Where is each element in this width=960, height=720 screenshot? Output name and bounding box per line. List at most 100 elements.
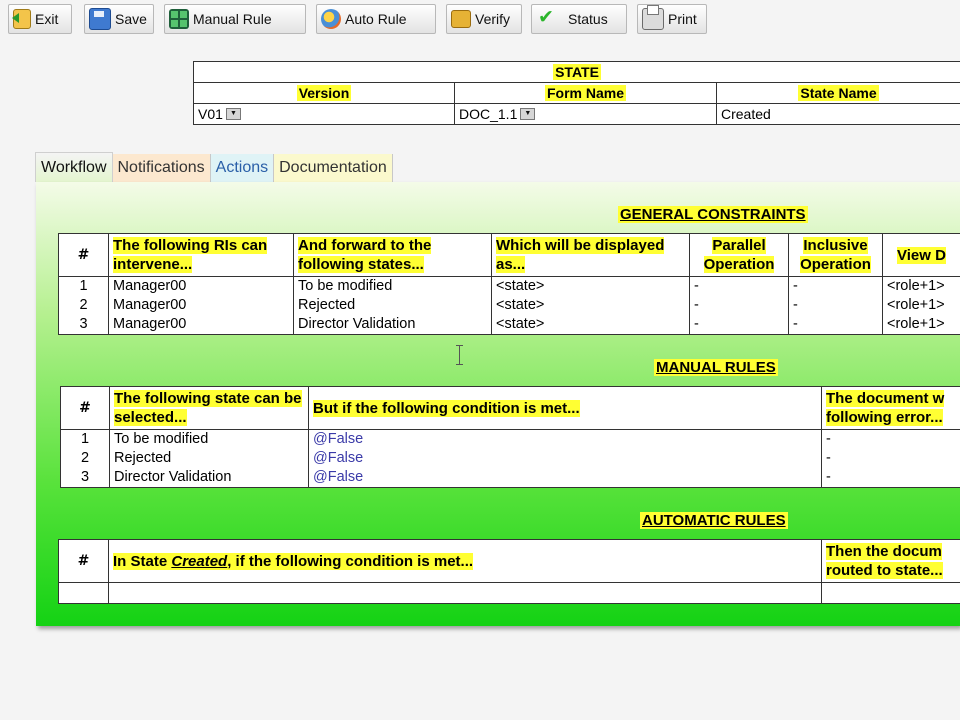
ar-routed-header: Then the docum routed to state... xyxy=(821,539,960,583)
form-name-header-cell: Form Name xyxy=(454,82,717,104)
version-value: V01 xyxy=(198,106,223,122)
mr-row-state: Rejected xyxy=(109,449,309,468)
state-title: STATE xyxy=(553,64,601,80)
mr-row-error: - xyxy=(821,449,960,468)
mr-row-num: 1 xyxy=(60,429,110,449)
table-row[interactable]: 1 Manager00 To be modified <state> - - <… xyxy=(58,276,960,296)
print-button[interactable]: Print xyxy=(637,4,707,34)
ar-num-header: # xyxy=(58,539,109,583)
exit-icon xyxy=(12,9,31,29)
auto-rule-icon xyxy=(321,9,341,29)
verify-label: Verify xyxy=(475,11,511,27)
mr-row-condition: @False xyxy=(308,449,822,468)
mr-num-header: # xyxy=(60,386,110,430)
gc-row-view: <role+1> xyxy=(882,276,960,296)
tab-documentation[interactable]: Documentation xyxy=(274,154,393,182)
gc-row-inclusive: - xyxy=(788,296,883,315)
gc-row-state: Rejected xyxy=(293,296,492,315)
tab-workflow[interactable]: Workflow xyxy=(35,152,113,182)
gc-row-parallel: - xyxy=(689,276,789,296)
gc-row-num: 1 xyxy=(58,276,109,296)
state-name-value: Created xyxy=(721,106,771,122)
table-row[interactable]: 3 Director Validation @False - xyxy=(60,468,960,488)
gc-row-inclusive: - xyxy=(788,315,883,335)
gc-row-inclusive: - xyxy=(788,276,883,296)
mr-error-header: The document w following error... xyxy=(821,386,960,430)
gc-row-num: 3 xyxy=(58,315,109,335)
gc-row-ri: Manager00 xyxy=(108,276,294,296)
mr-row-condition: @False xyxy=(308,468,822,488)
gc-displayed-header: Which will be displayed as... xyxy=(491,233,690,277)
ar-state-name: Created xyxy=(171,552,228,570)
gc-row-display: <state> xyxy=(491,276,690,296)
gc-intervene-header: The following RIs can intervene... xyxy=(108,233,294,277)
mr-row-state: To be modified xyxy=(109,429,309,449)
state-name-header-cell: State Name xyxy=(716,82,960,104)
save-button[interactable]: Save xyxy=(84,4,154,34)
gc-row-ri: Manager00 xyxy=(108,296,294,315)
gc-parallel-header: Parallel Operation xyxy=(689,233,789,277)
gc-row-parallel: - xyxy=(689,296,789,315)
state-name-field[interactable]: Created xyxy=(716,103,960,125)
table-row[interactable]: 2 Rejected @False - xyxy=(60,449,960,468)
version-header: Version xyxy=(296,85,352,101)
printer-icon xyxy=(642,5,664,30)
auto-rule-button[interactable]: Auto Rule xyxy=(316,4,436,34)
table-row[interactable]: 1 To be modified @False - xyxy=(60,429,960,449)
table-row[interactable]: 3 Manager00 Director Validation <state> … xyxy=(58,315,960,335)
state-title-cell: STATE xyxy=(193,61,960,83)
gc-row-state: Director Validation xyxy=(293,315,492,335)
gc-row-view: <role+1> xyxy=(882,315,960,335)
manual-rule-button[interactable]: Manual Rule xyxy=(164,4,306,34)
tab-bar: Workflow Notifications Actions Documenta… xyxy=(35,152,393,182)
mr-row-num: 2 xyxy=(60,449,110,468)
gc-view-header: View D xyxy=(882,233,960,277)
ar-row-condition xyxy=(108,582,822,604)
checkmark-icon xyxy=(536,6,554,29)
state-name-header: State Name xyxy=(798,85,879,101)
verify-button[interactable]: Verify xyxy=(446,4,522,34)
form-name-header: Form Name xyxy=(544,85,627,101)
gc-inclusive-header: Inclusive Operation xyxy=(788,233,883,277)
mr-row-error: - xyxy=(821,429,960,449)
gc-row-display: <state> xyxy=(491,296,690,315)
status-button[interactable]: Status xyxy=(531,4,627,34)
exit-button[interactable]: Exit xyxy=(8,4,72,34)
exit-label: Exit xyxy=(35,11,59,27)
workflow-panel: GENERAL CONSTRAINTS # The following RIs … xyxy=(36,182,960,626)
mr-row-state: Director Validation xyxy=(109,468,309,488)
manual-rules-title: MANUAL RULES xyxy=(654,359,778,376)
tab-actions[interactable]: Actions xyxy=(210,154,275,182)
table-row[interactable] xyxy=(58,582,960,604)
gc-forward-header: And forward to the following states... xyxy=(293,233,492,277)
version-header-cell: Version xyxy=(193,82,455,104)
ar-row-num xyxy=(58,582,109,604)
save-icon xyxy=(89,8,111,30)
general-constraints-table: # The following RIs can intervene... And… xyxy=(58,233,960,335)
gc-num-header: # xyxy=(58,233,109,277)
ar-row-routed xyxy=(821,582,960,604)
general-constraints-title: GENERAL CONSTRAINTS xyxy=(618,206,808,223)
manual-rules-table: # The following state can be selected...… xyxy=(60,386,960,488)
table-row[interactable]: 2 Manager00 Rejected <state> - - <role+1… xyxy=(58,296,960,315)
form-name-field[interactable]: DOC_1.1 ▼ xyxy=(454,103,717,125)
gc-row-parallel: - xyxy=(689,315,789,335)
gc-row-num: 2 xyxy=(58,296,109,315)
version-dropdown-arrow-icon[interactable]: ▼ xyxy=(225,108,241,120)
gc-row-state: To be modified xyxy=(293,276,492,296)
automatic-rules-title: AUTOMATIC RULES xyxy=(640,512,788,529)
version-field[interactable]: V01 ▼ xyxy=(193,103,455,125)
mr-row-error: - xyxy=(821,468,960,488)
save-label: Save xyxy=(115,11,147,27)
form-name-value: DOC_1.1 xyxy=(459,106,518,122)
mr-row-num: 3 xyxy=(60,468,110,488)
toolbar: Exit Save Manual Rule Auto Rule Verify S… xyxy=(0,0,960,40)
gc-row-ri: Manager00 xyxy=(108,315,294,335)
text-cursor-icon xyxy=(456,345,463,365)
form-name-dropdown-arrow-icon[interactable]: ▼ xyxy=(520,108,536,120)
mr-row-condition: @False xyxy=(308,429,822,449)
automatic-rules-table: # In State Created, if the following con… xyxy=(58,539,960,604)
gc-row-display: <state> xyxy=(491,315,690,335)
verify-icon xyxy=(451,10,471,28)
tab-notifications[interactable]: Notifications xyxy=(112,154,211,182)
